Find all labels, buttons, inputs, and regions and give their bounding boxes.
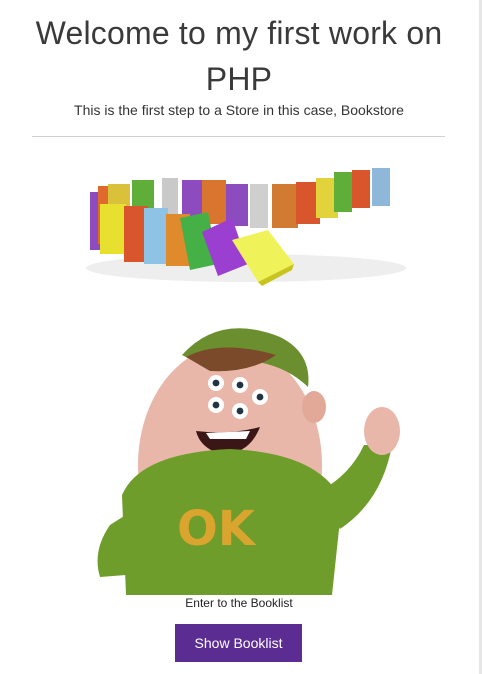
booklist-caption: Enter to the Booklist bbox=[185, 596, 293, 610]
monster-image: OK bbox=[97, 328, 400, 595]
page-container: Welcome to my first work on PHP This is … bbox=[0, 0, 478, 674]
divider bbox=[32, 136, 445, 137]
page-subtitle: This is the first step to a Store in thi… bbox=[74, 102, 404, 118]
show-booklist-button[interactable]: Show Booklist bbox=[175, 624, 302, 662]
sweater-ok-text: OK bbox=[177, 501, 257, 557]
page-title: Welcome to my first work on PHP bbox=[35, 15, 443, 97]
books-image bbox=[86, 168, 406, 286]
